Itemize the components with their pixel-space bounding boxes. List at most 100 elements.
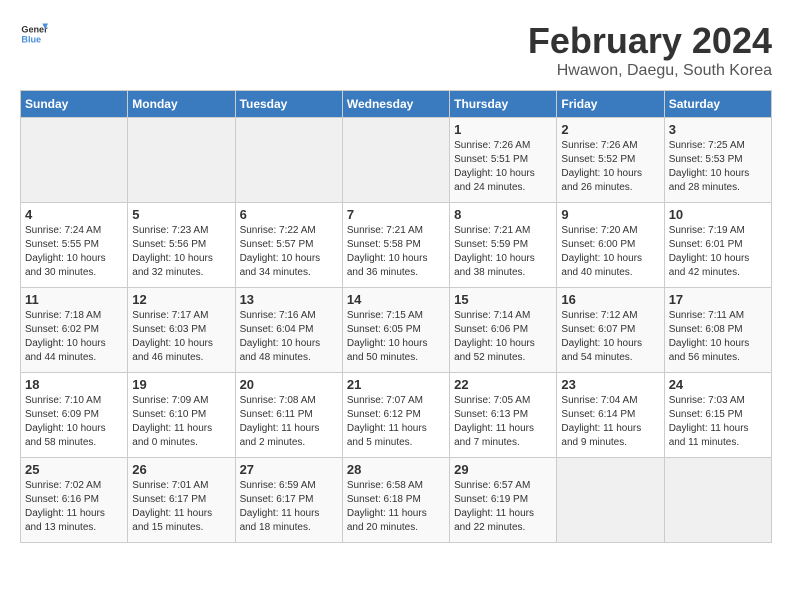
main-title: February 2024	[528, 20, 772, 62]
day-number: 7	[347, 207, 445, 222]
calendar-table: SundayMondayTuesdayWednesdayThursdayFrid…	[20, 90, 772, 543]
header-saturday: Saturday	[664, 91, 771, 118]
calendar-cell	[128, 118, 235, 203]
calendar-cell: 11Sunrise: 7:18 AM Sunset: 6:02 PM Dayli…	[21, 288, 128, 373]
calendar-cell: 25 Sunrise: 7:02 AM Sunset: 6:16 PM Dayli…	[21, 458, 128, 543]
week-row-3: 11Sunrise: 7:18 AM Sunset: 6:02 PM Dayli…	[21, 288, 772, 373]
day-info: Sunrise: 7:09 AM Sunset: 6:10 PM Dayligh…	[132, 394, 230, 450]
day-number: 24	[669, 377, 767, 392]
calendar-cell	[557, 458, 664, 543]
calendar-cell: 1 Sunrise: 7:26 AM Sunset: 5:51 PM Daylig…	[450, 118, 557, 203]
calendar-cell: 17 Sunrise: 7:11 AM Sunset: 6:08 PM Dayli…	[664, 288, 771, 373]
calendar-cell: 14Sunrise: 7:15 AM Sunset: 6:05 PM Dayli…	[342, 288, 449, 373]
day-number: 2	[561, 122, 659, 137]
day-number: 4	[25, 207, 123, 222]
day-number: 20	[240, 377, 338, 392]
day-number: 10	[669, 207, 767, 222]
day-number: 1	[454, 122, 552, 137]
day-number: 23	[561, 377, 659, 392]
calendar-cell: 3Sunrise: 7:25 AM Sunset: 5:53 PM Daylig…	[664, 118, 771, 203]
day-info: Sunrise: 7:21 AM Sunset: 5:58 PM Dayligh…	[347, 224, 445, 280]
day-info: Sunrise: 7:16 AM Sunset: 6:04 PM Dayligh…	[240, 309, 338, 365]
day-info: Sunrise: 6:57 AM Sunset: 6:19 PM Dayligh…	[454, 479, 552, 535]
day-number: 25	[25, 462, 123, 477]
calendar-cell	[342, 118, 449, 203]
day-number: 13	[240, 292, 338, 307]
day-number: 3	[669, 122, 767, 137]
logo-icon: General Blue	[20, 20, 48, 48]
calendar-cell: 22Sunrise: 7:05 AM Sunset: 6:13 PM Dayli…	[450, 373, 557, 458]
day-number: 26	[132, 462, 230, 477]
day-number: 6	[240, 207, 338, 222]
calendar-cell	[664, 458, 771, 543]
calendar-cell: 19 Sunrise: 7:09 AM Sunset: 6:10 PM Dayli…	[128, 373, 235, 458]
calendar-cell: 20Sunrise: 7:08 AM Sunset: 6:11 PM Dayli…	[235, 373, 342, 458]
week-row-1: 1 Sunrise: 7:26 AM Sunset: 5:51 PM Daylig…	[21, 118, 772, 203]
calendar-cell: 29Sunrise: 6:57 AM Sunset: 6:19 PM Dayli…	[450, 458, 557, 543]
calendar-cell: 12 Sunrise: 7:17 AM Sunset: 6:03 PM Dayli…	[128, 288, 235, 373]
day-info: Sunrise: 6:58 AM Sunset: 6:18 PM Dayligh…	[347, 479, 445, 535]
day-info: Sunrise: 7:14 AM Sunset: 6:06 PM Dayligh…	[454, 309, 552, 365]
day-info: Sunrise: 7:24 AM Sunset: 5:55 PM Dayligh…	[25, 224, 123, 280]
calendar-cell: 8 Sunrise: 7:21 AM Sunset: 5:59 PM Daylig…	[450, 203, 557, 288]
subtitle: Hwawon, Daegu, South Korea	[528, 62, 772, 80]
day-number: 9	[561, 207, 659, 222]
calendar-cell: 23 Sunrise: 7:04 AM Sunset: 6:14 PM Dayli…	[557, 373, 664, 458]
calendar-cell	[235, 118, 342, 203]
day-number: 22	[454, 377, 552, 392]
header-wednesday: Wednesday	[342, 91, 449, 118]
calendar-cell: 18 Sunrise: 7:10 AM Sunset: 6:09 PM Dayli…	[21, 373, 128, 458]
calendar-cell: 4 Sunrise: 7:24 AM Sunset: 5:55 PM Daylig…	[21, 203, 128, 288]
day-number: 17	[669, 292, 767, 307]
day-number: 11	[25, 292, 123, 307]
day-number: 28	[347, 462, 445, 477]
title-area: February 2024 Hwawon, Daegu, South Korea	[528, 20, 772, 80]
day-info: Sunrise: 7:23 AM Sunset: 5:56 PM Dayligh…	[132, 224, 230, 280]
day-number: 8	[454, 207, 552, 222]
calendar-cell: 15 Sunrise: 7:14 AM Sunset: 6:06 PM Dayli…	[450, 288, 557, 373]
week-row-5: 25 Sunrise: 7:02 AM Sunset: 6:16 PM Dayli…	[21, 458, 772, 543]
calendar-cell: 5 Sunrise: 7:23 AM Sunset: 5:56 PM Daylig…	[128, 203, 235, 288]
day-number: 5	[132, 207, 230, 222]
day-info: Sunrise: 7:04 AM Sunset: 6:14 PM Dayligh…	[561, 394, 659, 450]
header-monday: Monday	[128, 91, 235, 118]
calendar-cell: 7 Sunrise: 7:21 AM Sunset: 5:58 PM Daylig…	[342, 203, 449, 288]
day-info: Sunrise: 6:59 AM Sunset: 6:17 PM Dayligh…	[240, 479, 338, 535]
day-number: 15	[454, 292, 552, 307]
day-info: Sunrise: 7:22 AM Sunset: 5:57 PM Dayligh…	[240, 224, 338, 280]
calendar-cell: 6 Sunrise: 7:22 AM Sunset: 5:57 PM Daylig…	[235, 203, 342, 288]
day-info: Sunrise: 7:20 AM Sunset: 6:00 PM Dayligh…	[561, 224, 659, 280]
calendar-cell: 27 Sunrise: 6:59 AM Sunset: 6:17 PM Dayli…	[235, 458, 342, 543]
svg-text:Blue: Blue	[21, 34, 41, 44]
calendar-cell: 9 Sunrise: 7:20 AM Sunset: 6:00 PM Daylig…	[557, 203, 664, 288]
day-info: Sunrise: 7:01 AM Sunset: 6:17 PM Dayligh…	[132, 479, 230, 535]
day-info: Sunrise: 7:03 AM Sunset: 6:15 PM Dayligh…	[669, 394, 767, 450]
day-info: Sunrise: 7:07 AM Sunset: 6:12 PM Dayligh…	[347, 394, 445, 450]
day-number: 12	[132, 292, 230, 307]
day-info: Sunrise: 7:11 AM Sunset: 6:08 PM Dayligh…	[669, 309, 767, 365]
calendar-cell: 28 Sunrise: 6:58 AM Sunset: 6:18 PM Dayli…	[342, 458, 449, 543]
logo: General Blue	[20, 20, 48, 48]
header: General Blue February 2024 Hwawon, Daegu…	[20, 20, 772, 80]
calendar-cell: 13 Sunrise: 7:16 AM Sunset: 6:04 PM Dayli…	[235, 288, 342, 373]
day-info: Sunrise: 7:02 AM Sunset: 6:16 PM Dayligh…	[25, 479, 123, 535]
calendar-cell: 21 Sunrise: 7:07 AM Sunset: 6:12 PM Dayli…	[342, 373, 449, 458]
header-sunday: Sunday	[21, 91, 128, 118]
day-info: Sunrise: 7:19 AM Sunset: 6:01 PM Dayligh…	[669, 224, 767, 280]
day-number: 14	[347, 292, 445, 307]
day-info: Sunrise: 7:10 AM Sunset: 6:09 PM Dayligh…	[25, 394, 123, 450]
day-number: 27	[240, 462, 338, 477]
day-number: 16	[561, 292, 659, 307]
day-info: Sunrise: 7:21 AM Sunset: 5:59 PM Dayligh…	[454, 224, 552, 280]
day-number: 18	[25, 377, 123, 392]
calendar-cell	[21, 118, 128, 203]
day-info: Sunrise: 7:17 AM Sunset: 6:03 PM Dayligh…	[132, 309, 230, 365]
calendar-header-row: SundayMondayTuesdayWednesdayThursdayFrid…	[21, 91, 772, 118]
day-number: 19	[132, 377, 230, 392]
calendar-cell: 24 Sunrise: 7:03 AM Sunset: 6:15 PM Dayli…	[664, 373, 771, 458]
day-info: Sunrise: 7:26 AM Sunset: 5:52 PM Dayligh…	[561, 139, 659, 195]
day-number: 21	[347, 377, 445, 392]
day-info: Sunrise: 7:26 AM Sunset: 5:51 PM Dayligh…	[454, 139, 552, 195]
header-friday: Friday	[557, 91, 664, 118]
week-row-2: 4 Sunrise: 7:24 AM Sunset: 5:55 PM Daylig…	[21, 203, 772, 288]
